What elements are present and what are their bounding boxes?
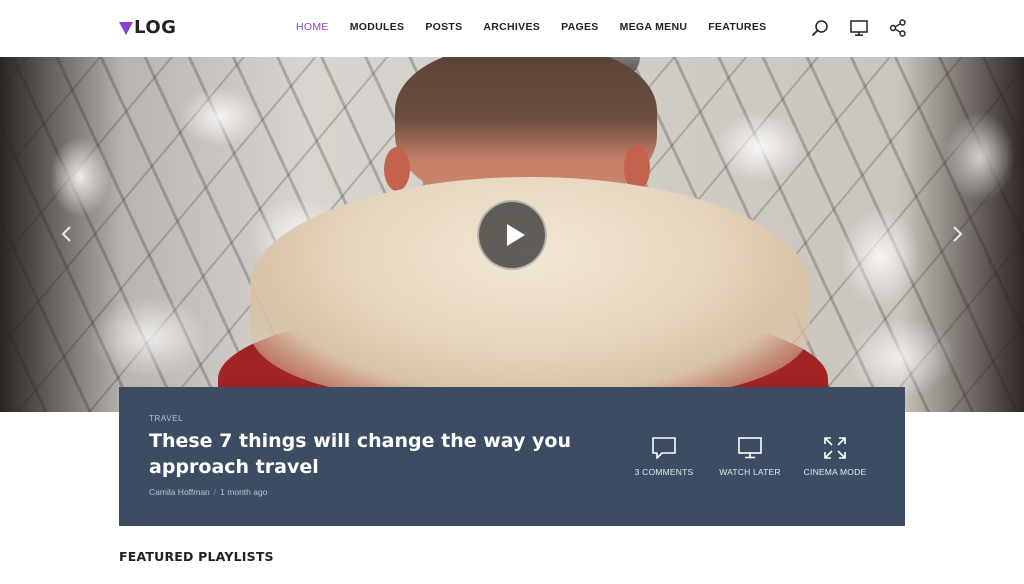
post-author[interactable]: Camila Hoffman bbox=[149, 487, 210, 497]
monitor-icon bbox=[738, 437, 762, 459]
post-meta: Camila Hoffman/1 month ago bbox=[149, 487, 267, 497]
comment-icon bbox=[652, 437, 676, 459]
share-icon[interactable] bbox=[888, 18, 908, 38]
cinema-mode-button[interactable]: CINEMA MODE bbox=[790, 435, 880, 477]
expand-icon bbox=[824, 437, 846, 459]
cinema-mode-label: CINEMA MODE bbox=[803, 467, 867, 477]
watch-later-button[interactable]: WATCH LATER bbox=[705, 435, 795, 477]
hero-video-thumbnail[interactable] bbox=[0, 57, 1024, 412]
chevron-left-icon[interactable] bbox=[55, 222, 79, 246]
post-category[interactable]: TRAVEL bbox=[149, 414, 183, 423]
logo-triangle-icon bbox=[119, 21, 133, 35]
main-nav: HOME MODULES POSTS ARCHIVES PAGES MEGA M… bbox=[296, 21, 787, 33]
nav-item-features[interactable]: FEATURES bbox=[708, 21, 766, 33]
site-header: LOG HOME MODULES POSTS ARCHIVES PAGES ME… bbox=[0, 0, 1024, 57]
nav-item-mega-menu[interactable]: MEGA MENU bbox=[620, 21, 688, 33]
featured-playlists-heading: FEATURED PLAYLISTS bbox=[119, 549, 274, 564]
post-title[interactable]: These 7 things will change the way you a… bbox=[149, 428, 589, 480]
nav-item-posts[interactable]: POSTS bbox=[425, 21, 462, 33]
play-icon bbox=[507, 224, 525, 246]
post-info-panel: TRAVEL These 7 things will change the wa… bbox=[119, 387, 905, 526]
nav-item-modules[interactable]: MODULES bbox=[350, 21, 405, 33]
hero-image-ear-left bbox=[384, 147, 410, 191]
comments-label: 3 COMMENTS bbox=[634, 467, 694, 477]
site-logo[interactable]: LOG bbox=[119, 18, 176, 38]
watch-later-label: WATCH LATER bbox=[719, 467, 781, 477]
comments-button[interactable]: 3 COMMENTS bbox=[619, 435, 709, 477]
nav-item-home[interactable]: HOME bbox=[296, 21, 329, 33]
nav-item-pages[interactable]: PAGES bbox=[561, 21, 598, 33]
search-icon[interactable] bbox=[810, 18, 830, 38]
chevron-right-icon[interactable] bbox=[945, 222, 969, 246]
meta-separator: / bbox=[213, 487, 217, 497]
nav-item-archives[interactable]: ARCHIVES bbox=[483, 21, 540, 33]
post-date: 1 month ago bbox=[220, 487, 268, 497]
play-button[interactable] bbox=[477, 200, 547, 270]
logo-text: LOG bbox=[134, 17, 177, 38]
monitor-icon[interactable] bbox=[849, 18, 869, 38]
